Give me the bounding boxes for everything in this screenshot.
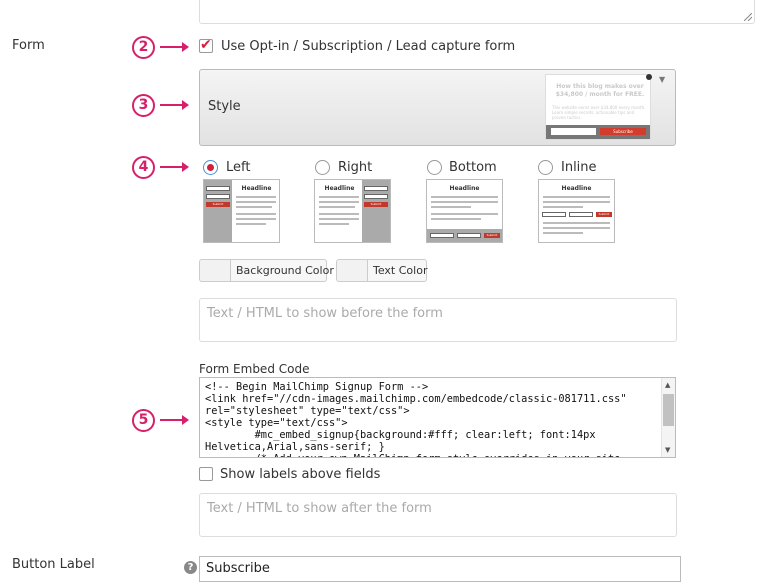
thumb-text-line <box>319 196 359 198</box>
button-label-value[interactable]: Subscribe <box>206 561 270 576</box>
position-label-right[interactable]: Right <box>338 160 372 175</box>
style-preview-thumbnail: How this blog makes over $34,800 / month… <box>545 74 651 140</box>
thumb-text-line <box>431 218 481 220</box>
thumb-text-line <box>236 218 276 220</box>
thumb-text-line <box>319 206 355 208</box>
thumb-text-line <box>543 196 610 198</box>
thumb-headline: Headline <box>449 185 480 192</box>
after-form-placeholder: Text / HTML to show after the form <box>207 501 432 516</box>
position-radio-bottom[interactable] <box>427 160 442 175</box>
thumb-submit: Submit <box>596 212 612 217</box>
callout-4-arrow <box>160 162 189 172</box>
after-form-textarea[interactable]: Text / HTML to show after the form <box>199 493 677 537</box>
top-textarea[interactable] <box>199 0 755 24</box>
thumb-text-line <box>319 223 349 225</box>
text-color-swatch[interactable] <box>337 260 368 281</box>
show-labels-checkbox[interactable] <box>199 467 213 481</box>
thumb-text-line <box>543 222 610 224</box>
form-row-label: Form <box>12 38 45 53</box>
callout-2-arrow <box>160 42 189 52</box>
callout-5: 5 <box>132 409 155 432</box>
style-preview-bar: Subscribe <box>546 125 650 139</box>
callout-3: 3 <box>132 94 155 117</box>
embed-code-text[interactable]: <!-- Begin MailChimp Signup Form --> <li… <box>205 381 660 457</box>
callout-5-arrow <box>160 415 189 425</box>
thumb-text-line <box>543 232 583 234</box>
thumb-field <box>206 186 230 191</box>
resize-grip-icon[interactable] <box>744 13 752 21</box>
style-preview-input <box>551 128 596 135</box>
position-label-left[interactable]: Left <box>226 160 250 175</box>
chevron-down-icon[interactable]: ▼ <box>659 75 665 84</box>
thumb-text-line <box>319 201 359 203</box>
thumb-text-line <box>236 213 276 215</box>
thumb-submit: Submit <box>364 202 388 207</box>
thumb-field <box>542 212 566 217</box>
layout-thumbnail-inline[interactable]: Headline Submit <box>538 179 615 243</box>
thumb-text-line <box>543 227 610 229</box>
scroll-thumb[interactable] <box>663 394 674 426</box>
embed-code-label: Form Embed Code <box>199 362 310 376</box>
style-select-label: Style <box>208 99 241 114</box>
embed-scrollbar[interactable]: ▲ ▼ <box>661 378 675 457</box>
embed-code-textarea[interactable]: <!-- Begin MailChimp Signup Form --> <li… <box>199 377 676 458</box>
background-color-swatch[interactable] <box>200 260 231 281</box>
thumb-field <box>206 194 230 199</box>
text-color-label: Text Color <box>373 264 428 277</box>
thumb-text-line <box>431 201 498 203</box>
help-icon[interactable]: ? <box>184 561 197 574</box>
thumb-field <box>364 194 388 199</box>
use-optin-checkbox[interactable] <box>199 37 213 53</box>
position-label-bottom[interactable]: Bottom <box>449 160 497 175</box>
layout-thumbnail-right[interactable]: Submit Headline <box>314 179 391 243</box>
before-form-placeholder: Text / HTML to show before the form <box>207 306 443 321</box>
thumb-text-line <box>319 218 359 220</box>
use-optin-label[interactable]: Use Opt-in / Subscription / Lead capture… <box>221 39 515 54</box>
thumb-text-line <box>543 206 583 208</box>
thumb-field <box>364 186 388 191</box>
style-select[interactable]: Style How this blog makes over $34,800 /… <box>199 69 676 146</box>
thumb-text-line <box>236 201 276 203</box>
thumb-headline: Headline <box>324 185 355 192</box>
style-preview-text: This website earns over $34,800 every mo… <box>552 105 646 120</box>
position-label-inline[interactable]: Inline <box>561 160 597 175</box>
thumb-headline: Headline <box>561 185 592 192</box>
button-label-row-label: Button Label <box>12 557 95 572</box>
thumb-headline: Headline <box>241 185 272 192</box>
layout-thumbnail-left[interactable]: Submit Headline <box>203 179 280 243</box>
position-radio-inline[interactable] <box>538 160 553 175</box>
scroll-up-icon[interactable]: ▲ <box>665 381 670 389</box>
position-radio-left[interactable] <box>203 160 218 175</box>
thumb-text-line <box>431 213 498 215</box>
thumb-field <box>430 233 454 238</box>
thumb-text-line <box>543 201 610 203</box>
position-radio-right[interactable] <box>315 160 330 175</box>
style-preview-headline: How this blog makes over $34,800 / month… <box>555 83 645 98</box>
style-preview-button: Subscribe <box>600 128 646 135</box>
callout-4: 4 <box>132 156 155 179</box>
callout-2: 2 <box>132 36 155 59</box>
thumb-text-line <box>236 206 272 208</box>
background-color-label: Background Color <box>236 264 334 277</box>
show-labels-label[interactable]: Show labels above fields <box>220 467 380 482</box>
thumb-text-line <box>236 196 276 198</box>
background-color-button[interactable]: Background Color <box>199 259 334 282</box>
text-color-button[interactable]: Text Color <box>336 259 427 282</box>
callout-3-arrow <box>160 100 189 110</box>
thumb-text-line <box>236 223 266 225</box>
button-label-input[interactable]: Subscribe <box>199 556 681 582</box>
dot-icon <box>646 74 652 80</box>
thumb-submit: Submit <box>206 202 230 207</box>
scroll-down-icon[interactable]: ▼ <box>665 446 670 454</box>
thumb-text-line <box>431 206 471 208</box>
thumb-submit: Submit <box>484 233 500 238</box>
thumb-field <box>457 233 481 238</box>
layout-thumbnail-bottom[interactable]: Headline Submit <box>426 179 503 243</box>
thumb-text-line <box>431 196 498 198</box>
before-form-textarea[interactable]: Text / HTML to show before the form <box>199 298 677 342</box>
thumb-field <box>569 212 593 217</box>
thumb-text-line <box>319 213 359 215</box>
